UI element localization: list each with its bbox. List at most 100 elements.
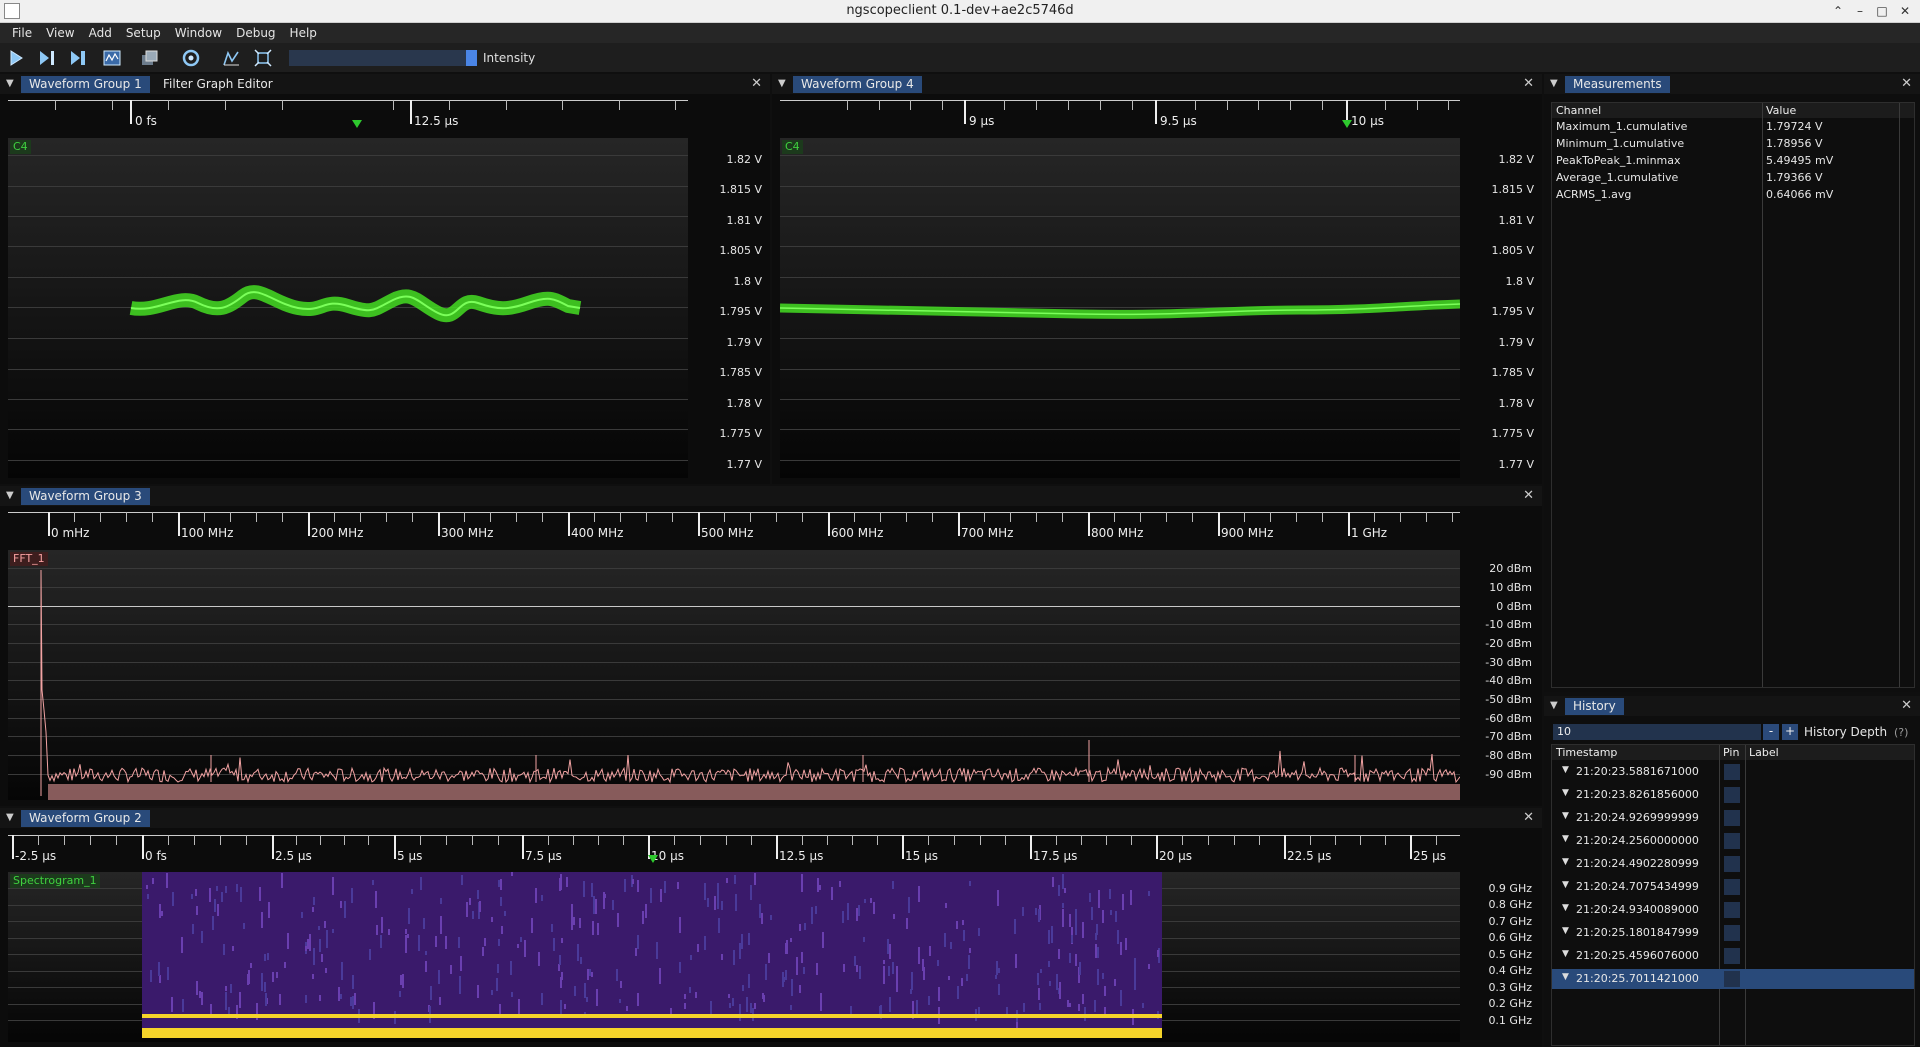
expand-triangle-icon[interactable]: ▼ <box>1562 903 1569 913</box>
history-row[interactable]: ▼ 21:20:25.7011421000 <box>1552 969 1914 989</box>
history-pin-checkbox[interactable] <box>1724 971 1740 987</box>
history-pin-checkbox[interactable] <box>1724 764 1740 780</box>
spectrogram-cell <box>425 961 427 972</box>
collapse-triangle-icon[interactable]: ▼ <box>6 812 14 823</box>
history-row[interactable]: ▼ 21:20:24.9340089000 <box>1552 900 1914 920</box>
history-depth-input[interactable]: 10 <box>1553 724 1761 740</box>
menu-file[interactable]: File <box>0 23 39 40</box>
fullscreen-icon[interactable] <box>254 49 272 67</box>
history-pin-checkbox[interactable] <box>1724 902 1740 918</box>
history-row[interactable]: ▼ 21:20:23.5881671000 <box>1552 762 1914 782</box>
window-close-button[interactable]: ✕ <box>1896 2 1914 20</box>
close-icon[interactable]: ✕ <box>1523 488 1534 503</box>
intensity-slider[interactable] <box>289 50 469 66</box>
collapse-triangle-icon[interactable]: ▼ <box>778 78 786 89</box>
force-trigger-icon[interactable] <box>69 49 87 67</box>
tab-history[interactable]: History <box>1565 698 1624 715</box>
menu-debug[interactable]: Debug <box>229 23 282 40</box>
tab-waveform-group-1[interactable]: Waveform Group 1 <box>21 76 150 93</box>
history-icon[interactable] <box>140 49 158 67</box>
fft-plot[interactable]: FFT_1 <box>8 550 1460 800</box>
expand-triangle-icon[interactable]: ▼ <box>1562 857 1569 867</box>
spectrogram-cell <box>603 892 605 909</box>
channel-label-spectrogram-1[interactable]: Spectrogram_1 <box>10 874 100 888</box>
column-header-value[interactable]: Value <box>1766 104 1796 117</box>
clear-sweeps-icon[interactable] <box>222 49 240 67</box>
menu-add[interactable]: Add <box>82 23 119 40</box>
history-depth-plus-button[interactable]: + <box>1782 724 1798 740</box>
frequency-ruler[interactable]: 0 mHz 100 MHz 200 MHz 300 MHz 400 MHz 50… <box>8 512 1460 544</box>
close-icon[interactable]: ✕ <box>1901 698 1912 713</box>
column-header-label[interactable]: Label <box>1749 746 1779 759</box>
menu-view[interactable]: View <box>39 23 81 40</box>
trigger-marker-icon[interactable] <box>1342 120 1352 128</box>
expand-triangle-icon[interactable]: ▼ <box>1562 972 1569 982</box>
history-pin-checkbox[interactable] <box>1724 948 1740 964</box>
close-icon[interactable]: ✕ <box>1901 76 1912 91</box>
refresh-settings-icon[interactable] <box>182 49 200 67</box>
single-trigger-icon[interactable] <box>38 49 56 67</box>
tab-waveform-group-4[interactable]: Waveform Group 4 <box>793 76 922 93</box>
history-pin-checkbox[interactable] <box>1724 879 1740 895</box>
history-pin-checkbox[interactable] <box>1724 856 1740 872</box>
tab-waveform-group-3[interactable]: Waveform Group 3 <box>21 488 150 505</box>
expand-triangle-icon[interactable]: ▼ <box>1562 834 1569 844</box>
tab-measurements[interactable]: Measurements <box>1565 76 1670 93</box>
menu-help[interactable]: Help <box>283 23 324 40</box>
window-maximize-button[interactable]: □ <box>1873 2 1891 20</box>
history-row[interactable]: ▼ 21:20:25.1801847999 <box>1552 923 1914 943</box>
spectrogram-cell <box>583 881 585 897</box>
time-ruler[interactable]: 9 µs 9.5 µs 10 µs <box>780 100 1460 132</box>
menu-setup[interactable]: Setup <box>119 23 168 40</box>
column-header-channel[interactable]: Channel <box>1556 104 1601 117</box>
spectrogram-cell <box>445 936 447 949</box>
trigger-marker-icon[interactable] <box>352 120 362 128</box>
collapse-triangle-icon[interactable]: ▼ <box>1550 78 1558 89</box>
close-icon[interactable]: ✕ <box>1523 76 1534 91</box>
y-axis-label: -80 dBm <box>1485 749 1532 762</box>
history-row[interactable]: ▼ 21:20:24.2560000000 <box>1552 831 1914 851</box>
history-row[interactable]: ▼ 21:20:24.9269999999 <box>1552 808 1914 828</box>
history-pin-checkbox[interactable] <box>1724 925 1740 941</box>
expand-triangle-icon[interactable]: ▼ <box>1562 949 1569 959</box>
intensity-slider-handle[interactable] <box>466 50 477 66</box>
spectrogram-cell <box>381 917 383 933</box>
trigger-marker-icon[interactable] <box>648 855 658 863</box>
expand-triangle-icon[interactable]: ▼ <box>1562 765 1569 775</box>
column-header-pin[interactable]: Pin <box>1723 746 1739 759</box>
help-icon[interactable]: (?) <box>1894 726 1908 739</box>
window-minimize-button[interactable]: – <box>1851 2 1869 20</box>
time-ruler[interactable]: 0 fs 12.5 µs <box>8 100 688 132</box>
history-pin-checkbox[interactable] <box>1724 833 1740 849</box>
expand-triangle-icon[interactable]: ▼ <box>1562 926 1569 936</box>
spectrogram-cell <box>472 911 474 919</box>
expand-triangle-icon[interactable]: ▼ <box>1562 880 1569 890</box>
collapse-triangle-icon[interactable]: ▼ <box>6 490 14 501</box>
tab-waveform-group-2[interactable]: Waveform Group 2 <box>21 810 150 827</box>
tab-filter-graph-editor[interactable]: Filter Graph Editor <box>155 76 281 93</box>
history-row[interactable]: ▼ 21:20:25.4596076000 <box>1552 946 1914 966</box>
spectrogram-cell <box>561 938 563 943</box>
history-depth-minus-button[interactable]: - <box>1763 724 1779 740</box>
collapse-triangle-icon[interactable]: ▼ <box>1550 700 1558 711</box>
waveform-plot-1[interactable]: C4 <box>8 138 688 478</box>
column-header-timestamp[interactable]: Timestamp <box>1556 746 1617 759</box>
window-shade-button[interactable]: ⌃ <box>1829 2 1847 20</box>
history-row[interactable]: ▼ 21:20:24.7075434999 <box>1552 877 1914 897</box>
y-axis-label: -90 dBm <box>1485 768 1532 781</box>
history-pin-checkbox[interactable] <box>1724 810 1740 826</box>
waveform-plot-4[interactable]: C4 <box>780 138 1460 478</box>
close-icon[interactable]: ✕ <box>751 76 762 91</box>
time-ruler[interactable]: -2.5 µs 0 fs 2.5 µs 5 µs 7.5 µs 10 µs 12… <box>8 835 1460 867</box>
expand-triangle-icon[interactable]: ▼ <box>1562 811 1569 821</box>
menu-window[interactable]: Window <box>168 23 229 40</box>
spectrogram-plot[interactable]: Spectrogram_1 <box>8 872 1460 1042</box>
start-trigger-icon[interactable] <box>7 49 25 67</box>
expand-triangle-icon[interactable]: ▼ <box>1562 788 1569 798</box>
history-pin-checkbox[interactable] <box>1724 787 1740 803</box>
history-row[interactable]: ▼ 21:20:24.4902280999 <box>1552 854 1914 874</box>
stop-trigger-icon[interactable] <box>103 49 121 67</box>
close-icon[interactable]: ✕ <box>1523 810 1534 825</box>
history-row[interactable]: ▼ 21:20:23.8261856000 <box>1552 785 1914 805</box>
collapse-triangle-icon[interactable]: ▼ <box>6 78 14 89</box>
